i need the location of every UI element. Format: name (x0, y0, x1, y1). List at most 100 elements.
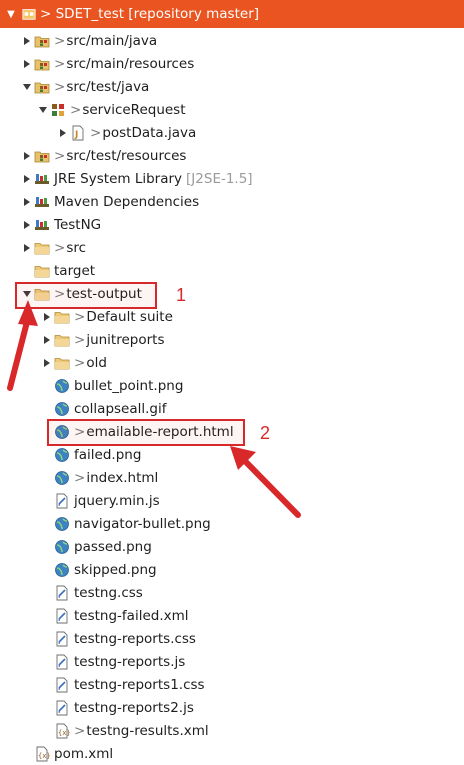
tree-item-label: testng-failed.xml (74, 607, 189, 624)
project-title: > SDET_test [repository master] (40, 6, 260, 22)
svg-text:J: J (74, 130, 78, 140)
git-decoration: > (54, 147, 66, 164)
tree-item[interactable]: navigator-bullet.png (0, 512, 464, 535)
tree-item[interactable]: > old (0, 351, 464, 374)
folder-icon (54, 355, 70, 371)
tree-item[interactable]: {x} > testng-results.xml (0, 719, 464, 742)
tree-item-label: failed.png (74, 446, 142, 463)
expand-arrow-icon[interactable] (20, 236, 34, 259)
folder-icon (54, 332, 70, 348)
text-file-icon (54, 654, 70, 670)
tree-item[interactable]: > src/main/java (0, 29, 464, 52)
tree-item[interactable]: bullet_point.png (0, 374, 464, 397)
tree-item-label: src/main/resources (66, 55, 195, 72)
tree-item-label: serviceRequest (82, 101, 186, 118)
tree-item-label: JRE System Library (54, 170, 183, 187)
text-file-icon (54, 700, 70, 716)
tree-item[interactable]: > src/main/resources (0, 52, 464, 75)
tree-item[interactable]: target (0, 259, 464, 282)
web-file-icon (54, 516, 70, 532)
tree-item[interactable]: testng.css (0, 581, 464, 604)
tree-item[interactable]: > src/test/resources (0, 144, 464, 167)
tree-item-label: skipped.png (74, 561, 157, 578)
expand-arrow-icon[interactable] (20, 213, 34, 236)
tree-item-label: Default suite (86, 308, 173, 325)
folder-icon (34, 240, 50, 256)
tree-item[interactable]: > junitreports (0, 328, 464, 351)
tree-item[interactable]: failed.png (0, 443, 464, 466)
web-file-icon (54, 539, 70, 555)
git-decoration: > (70, 101, 82, 118)
tree-item[interactable]: > index.html (0, 466, 464, 489)
tree-item[interactable]: > serviceRequest (0, 98, 464, 121)
tree-item[interactable]: > src/test/java (0, 75, 464, 98)
tree-item-label: src/main/java (66, 32, 158, 49)
tree-item-label: passed.png (74, 538, 152, 555)
tree-item-label: TestNG (54, 216, 102, 233)
library-icon (34, 171, 50, 187)
package-icon (50, 102, 66, 118)
tree-item[interactable]: J > postData.java (0, 121, 464, 144)
tree-item-label: src/test/resources (66, 147, 187, 164)
expand-arrow-icon[interactable] (20, 190, 34, 213)
tree-item-label: pom.xml (54, 745, 114, 762)
tree-item[interactable]: testng-failed.xml (0, 604, 464, 627)
text-file-icon (54, 493, 70, 509)
project-header-row[interactable]: ▼ > SDET_test [repository master] (0, 0, 464, 28)
expand-arrow-icon[interactable] (56, 121, 70, 144)
tree-item-label: testng-results.xml (86, 722, 209, 739)
tree-item[interactable]: Maven Dependencies (0, 190, 464, 213)
expand-arrow-icon[interactable] (20, 52, 34, 75)
tree-item[interactable]: testng-reports1.css (0, 673, 464, 696)
expand-arrow-icon[interactable] (40, 351, 54, 374)
annotation-number-1: 1 (176, 285, 187, 305)
tree-item-label: target (54, 262, 96, 279)
tree-item[interactable]: passed.png (0, 535, 464, 558)
tree-item[interactable]: testng-reports.js (0, 650, 464, 673)
expand-arrow-icon[interactable] (20, 29, 34, 52)
tree-item-label: src/test/java (66, 78, 150, 95)
tree-item-suffix: [J2SE-1.5] (186, 170, 253, 187)
tree-item[interactable]: testng-reports2.js (0, 696, 464, 719)
expand-arrow-icon[interactable] (20, 144, 34, 167)
tree-item[interactable]: collapseall.gif (0, 397, 464, 420)
collapse-arrow-icon[interactable] (20, 75, 34, 98)
expand-arrow-icon[interactable]: ▼ (2, 9, 20, 20)
tree-item-label: testng-reports2.js (74, 699, 194, 716)
web-file-icon (54, 447, 70, 463)
tree-item-label: testng-reports.js (74, 653, 186, 670)
expand-arrow-icon[interactable] (40, 328, 54, 351)
collapse-arrow-icon[interactable] (36, 98, 50, 121)
tree-item-label: testng-reports.css (74, 630, 196, 647)
git-decoration: > (74, 308, 86, 325)
tree-item[interactable]: skipped.png (0, 558, 464, 581)
tree-item[interactable]: TestNG (0, 213, 464, 236)
tree-item[interactable]: jquery.min.js (0, 489, 464, 512)
svg-text:{x}: {x} (58, 729, 70, 737)
source-folder-icon (34, 56, 50, 72)
web-file-icon (54, 562, 70, 578)
tree-item-label: bullet_point.png (74, 377, 184, 394)
text-file-icon (54, 631, 70, 647)
git-decoration: > (74, 469, 86, 486)
tree-item[interactable]: > src (0, 236, 464, 259)
tree-item[interactable]: testng-reports.css (0, 627, 464, 650)
project-icon (22, 7, 36, 21)
tree-item[interactable]: JRE System Library [J2SE-1.5] (0, 167, 464, 190)
java-file-icon: J (70, 125, 86, 141)
folder-icon (34, 263, 50, 279)
text-file-icon (54, 677, 70, 693)
expand-arrow-icon[interactable] (20, 167, 34, 190)
source-folder-icon (34, 148, 50, 164)
git-decoration: > (54, 55, 66, 72)
library-icon (34, 217, 50, 233)
